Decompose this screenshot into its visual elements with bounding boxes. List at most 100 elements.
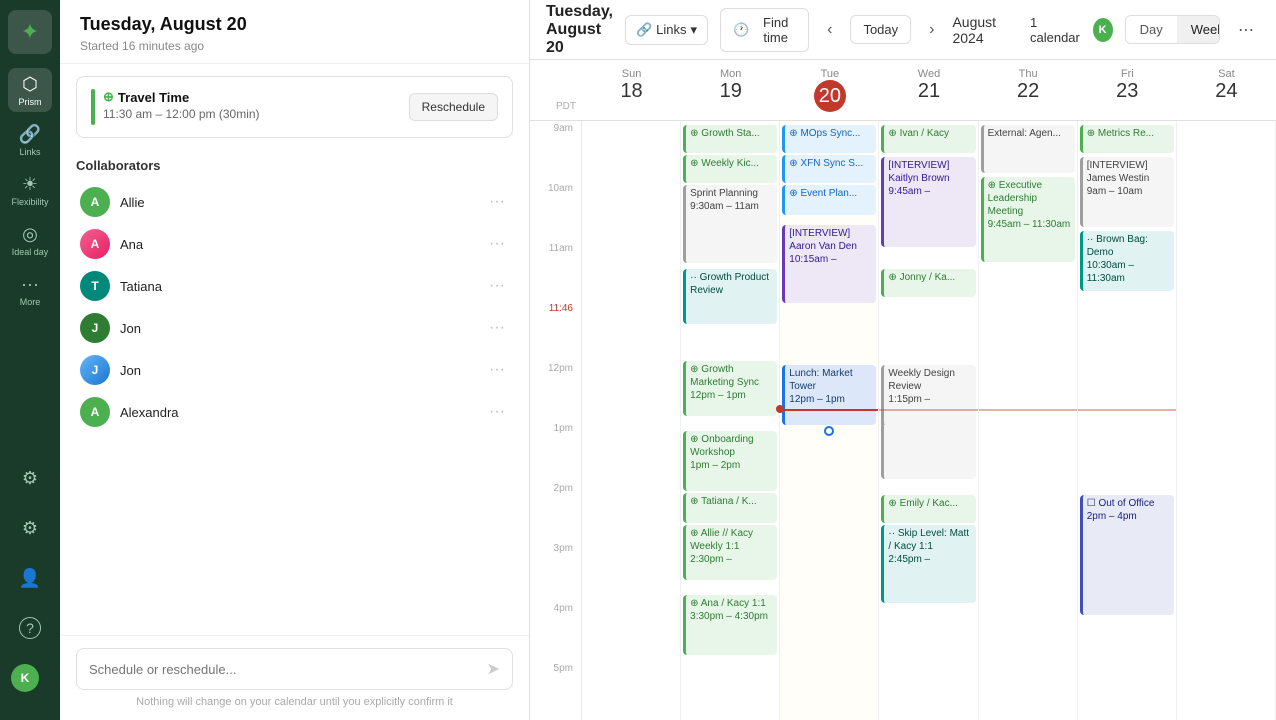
prev-button[interactable]: ‹ (821, 17, 838, 43)
day-header-thu: Thu 22 (979, 60, 1078, 120)
event-growth-marketing-sync[interactable]: ⊕ Growth Marketing Sync12pm – 1pm (683, 361, 777, 416)
event-ivan-kacy[interactable]: ⊕ Ivan / Kacy (881, 125, 975, 153)
event-brown-bag[interactable]: ·· Brown Bag: Demo10:30am – 11:30am (1080, 231, 1174, 291)
event-event-plan[interactable]: ⊕ Event Plan... (782, 185, 876, 215)
event-icon: ⊕ (988, 180, 996, 191)
time-10am: 10am (530, 181, 582, 241)
collaborator-ana[interactable]: A Ana ··· (76, 223, 513, 265)
travel-card: ⊕ Travel Time 11:30 am – 12:00 pm (30min… (76, 76, 513, 138)
current-time-line (780, 409, 878, 411)
day-header-wed: Wed 21 (879, 60, 978, 120)
time-9am: 9am (530, 121, 582, 181)
chat-hint: Nothing will change on your calendar unt… (76, 696, 513, 708)
event-icon: ⊕ (690, 434, 698, 445)
more-icon: ··· (21, 274, 39, 295)
reschedule-button[interactable]: Reschedule (409, 93, 498, 121)
week-view-button[interactable]: Week (1177, 16, 1220, 43)
event-xfn-sync[interactable]: ⊕ XFN Sync S... (782, 155, 876, 183)
day-header-fri: Fri 23 (1078, 60, 1177, 120)
event-interview-kaitlyn[interactable]: [INTERVIEW] Kaitlyn Brown9:45am – (881, 157, 975, 247)
collaborator-name-alexandra: Alexandra (120, 405, 485, 420)
chevron-down-icon: ▾ (691, 22, 698, 38)
clock-icon: 🕐 (733, 22, 749, 38)
sidebar-settings1[interactable]: ⚙ (8, 456, 52, 500)
sidebar-settings2[interactable]: ⚙ (8, 506, 52, 550)
event-icon: ⊕ (1087, 128, 1095, 139)
event-growth-product-review[interactable]: ·· Growth Product Review (683, 269, 777, 324)
event-skip-level[interactable]: ·· Skip Level: Matt / Kacy 1:12:45pm – (881, 525, 975, 603)
time-4pm: 4pm (530, 601, 582, 661)
calendar-grid: 9am 10am 11am 11:46 12pm 1pm 2pm 3pm 4pm… (530, 121, 1276, 720)
day-view-button[interactable]: Day (1126, 16, 1177, 43)
event-metrics-re[interactable]: ⊕ Metrics Re... (1080, 125, 1174, 153)
current-time-fri (1078, 409, 1176, 411)
event-weekly-design-review[interactable]: Weekly Design Review1:15pm – (881, 365, 975, 425)
find-time-button[interactable]: 🕐 Find time (720, 8, 809, 52)
avatar-tatiana: T (80, 271, 110, 301)
collaborator-alexandra[interactable]: A Alexandra ··· (76, 391, 513, 433)
collaborator-more-jon2[interactable]: ··· (485, 361, 509, 379)
event-interview-james[interactable]: [INTERVIEW] James Westin9am – 10am (1080, 157, 1174, 227)
collaborator-more-alexandra[interactable]: ··· (485, 403, 509, 421)
event-icon: ⊕ (690, 598, 698, 609)
ooo-icon: ☐ (1087, 498, 1096, 509)
collaborator-jon1[interactable]: J Jon ··· (76, 307, 513, 349)
event-jonny-ka[interactable]: ⊕ Jonny / Ka... (881, 269, 975, 297)
calendar-count: 1 calendar (1030, 15, 1081, 45)
event-emily-kac[interactable]: ⊕ Emily / Kac... (881, 495, 975, 523)
sidebar-help[interactable]: ? (8, 606, 52, 650)
travel-card-info: ⊕ Travel Time 11:30 am – 12:00 pm (30min… (103, 89, 260, 121)
next-button[interactable]: › (923, 17, 940, 43)
event-external-agen[interactable]: External: Agen... (981, 125, 1075, 173)
links-button[interactable]: 🔗 Links ▾ (625, 15, 708, 45)
event-lunch-market-tower[interactable]: Lunch: Market Tower12pm – 1pm (782, 365, 876, 425)
event-out-of-office[interactable]: ☐ Out of Office2pm – 4pm (1080, 495, 1174, 615)
event-mops-sync[interactable]: ⊕ MOps Sync... (782, 125, 876, 153)
sidebar-item-prism[interactable]: ⬡ Prism (8, 68, 52, 112)
help-icon: ? (19, 617, 41, 639)
panel-title: Tuesday, August 20 (80, 14, 509, 35)
collaborator-more-ana[interactable]: ··· (485, 235, 509, 253)
today-button[interactable]: Today (850, 15, 911, 44)
time-3pm: 3pm (530, 541, 582, 601)
sidebar-item-ideal-day[interactable]: ◎ Ideal day (8, 218, 52, 262)
event-icon: ⊕ (690, 496, 698, 507)
event-ana-kacy[interactable]: ⊕ Ana / Kacy 1:13:30pm – 4:30pm (683, 595, 777, 655)
sidebar-item-flexibility[interactable]: ☀ Flexibility (8, 168, 52, 212)
travel-card-left: ⊕ Travel Time 11:30 am – 12:00 pm (30min… (91, 89, 260, 125)
collaborator-jon2[interactable]: J Jon ··· (76, 349, 513, 391)
logo[interactable]: ✦ (8, 10, 52, 54)
day-header-sun: Sun 18 (582, 60, 681, 120)
collaborator-more-jon1[interactable]: ··· (485, 319, 509, 337)
event-tatiana-k[interactable]: ⊕ Tatiana / K... (683, 493, 777, 523)
sidebar-item-more[interactable]: ··· More (8, 268, 52, 312)
avatar-jon2: J (80, 355, 110, 385)
current-time-thu (979, 409, 1077, 411)
event-allie-kacy-weekly[interactable]: ⊕ Allie // Kacy Weekly 1:12:30pm – (683, 525, 777, 580)
day-col-sun (582, 121, 681, 720)
topbar: Tuesday, August 20 🔗 Links ▾ 🕐 Find time… (530, 0, 1276, 60)
sidebar-avatar[interactable]: K (8, 656, 52, 700)
current-time-wed (879, 409, 977, 411)
topbar-more-button[interactable]: ⋯ (1232, 16, 1260, 44)
event-onboarding-workshop[interactable]: ⊕ Onboarding Workshop1pm – 2pm (683, 431, 777, 491)
sidebar-item-links[interactable]: 🔗 Links (8, 118, 52, 162)
collaborator-name-jon1: Jon (120, 321, 485, 336)
event-interview-aaron[interactable]: [INTERVIEW] Aaron Van Den10:15am – (782, 225, 876, 303)
event-icon: ⊕ (690, 158, 698, 169)
event-icon: ⊕ (888, 498, 896, 509)
collaborator-allie[interactable]: A Allie ··· (76, 181, 513, 223)
sidebar: ✦ ⬡ Prism 🔗 Links ☀ Flexibility ◎ Ideal … (0, 0, 60, 720)
event-exec-leadership[interactable]: ⊕ Executive Leadership Meeting9:45am – 1… (981, 177, 1075, 262)
event-weekly-kic[interactable]: ⊕ Weekly Kic... (683, 155, 777, 183)
event-growth-sta[interactable]: ⊕ Growth Sta... (683, 125, 777, 153)
collaborator-more-allie[interactable]: ··· (485, 193, 509, 211)
gear1-icon: ⚙ (22, 468, 38, 489)
collaborator-tatiana[interactable]: T Tatiana ··· (76, 265, 513, 307)
time-2pm: 2pm (530, 481, 582, 541)
collaborator-more-tatiana[interactable]: ··· (485, 277, 509, 295)
sidebar-user[interactable]: 👤 (8, 556, 52, 600)
chat-input[interactable] (89, 662, 487, 677)
chat-send-button[interactable]: ➤ (487, 659, 500, 679)
event-sprint-planning[interactable]: Sprint Planning9:30am – 11am (683, 185, 777, 263)
